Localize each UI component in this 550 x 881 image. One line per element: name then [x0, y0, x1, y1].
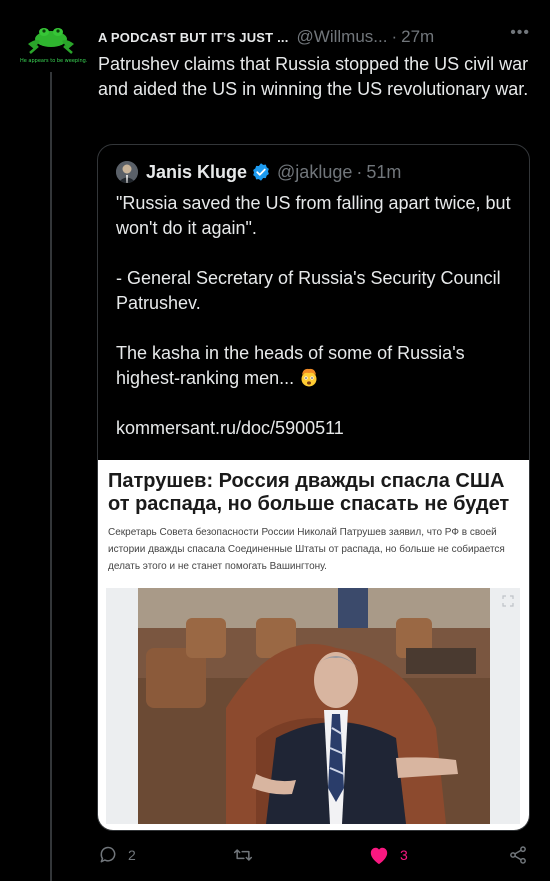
quoted-author-name[interactable]: Janis Kluge: [146, 162, 247, 183]
tweet-text: Patrushev claims that Russia stopped the…: [98, 54, 529, 99]
person-photo-icon: [116, 161, 138, 183]
article-preview-card[interactable]: Патрушев: Россия дважды спасла США от ра…: [98, 460, 529, 830]
exploding-head-emoji-icon: [299, 367, 319, 387]
article-title[interactable]: Патрушев: Россия дважды спасла США от ра…: [108, 470, 520, 516]
thread-line: [50, 72, 52, 881]
author-handle[interactable]: @Willmus...: [297, 27, 388, 47]
avatar-tagline: He appears to be weeping.: [20, 58, 88, 64]
retweet-icon: [233, 849, 253, 861]
article-lead: Секретарь Совета безопасности России Ник…: [108, 527, 505, 572]
tweet-header: A PODCAST BUT IT’S JUST ... @Willmus... …: [98, 24, 538, 48]
article-photo[interactable]: [106, 588, 520, 824]
separator-dot: ·: [391, 27, 398, 46]
author-avatar[interactable]: He appears to be weeping.: [20, 22, 87, 76]
share-button[interactable]: [508, 845, 528, 865]
reply-count: 2: [128, 847, 136, 863]
quote-paragraph: "Russia saved the US from falling apart …: [116, 193, 511, 238]
retweet-button[interactable]: [232, 845, 264, 865]
share-icon: [510, 846, 526, 864]
heart-icon: [370, 847, 388, 865]
article-link[interactable]: kommersant.ru/doc/5900511: [116, 416, 516, 441]
quoted-tweet[interactable]: Janis Kluge @jakluge · 51m "Russia saved…: [97, 144, 530, 831]
tweet-actions: 2 3: [98, 845, 538, 871]
quote-paragraph: - General Secretary of Russia's Security…: [116, 268, 501, 313]
like-count: 3: [400, 847, 408, 863]
quote-paragraph: The kasha in the heads of some of Russia…: [116, 341, 516, 391]
frog-logo-icon: [28, 28, 74, 54]
quoted-tweet-time[interactable]: 51m: [366, 162, 401, 183]
quoted-tweet-header: Janis Kluge @jakluge · 51m: [116, 159, 401, 185]
quoted-author-handle[interactable]: @jakluge: [277, 162, 352, 183]
expand-icon[interactable]: [502, 594, 514, 612]
quoted-author-avatar[interactable]: [116, 161, 138, 183]
author-display-name[interactable]: A PODCAST BUT IT’S JUST ...: [98, 30, 289, 45]
reply-button[interactable]: 2: [98, 845, 136, 865]
reply-icon: [100, 846, 116, 863]
office-interview-photo: [106, 588, 520, 824]
quoted-tweet-text: "Russia saved the US from falling apart …: [116, 191, 516, 466]
tweet-time[interactable]: 27m: [401, 27, 434, 47]
verified-badge-icon: [251, 162, 271, 182]
like-button[interactable]: 3: [368, 845, 408, 865]
quote-paragraph-text: The kasha in the heads of some of Russia…: [116, 343, 465, 388]
separator-dot: ·: [356, 161, 363, 182]
more-options-icon[interactable]: •••: [510, 24, 530, 42]
